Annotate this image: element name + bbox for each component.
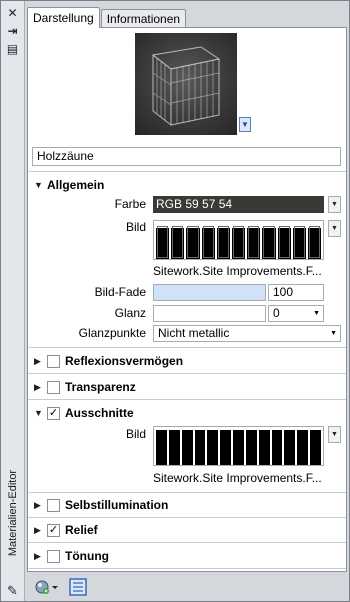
glanzpunkte-value: Nicht metallic	[158, 326, 230, 340]
appearance-pane: ▼ Holzzäune ▼ Allgemein Farbe RGB 59 57 …	[27, 27, 347, 572]
section-ausschnitte-label: Ausschnitte	[65, 406, 134, 420]
transparenz-checkbox[interactable]	[47, 380, 60, 394]
bild-dropdown-button[interactable]: ▼	[328, 220, 341, 237]
preview-options-dropdown[interactable]: ▼	[239, 117, 251, 132]
divider	[28, 373, 346, 374]
section-reflexion-label: Reflexionsvermögen	[65, 354, 184, 368]
open-browser-button[interactable]	[67, 577, 89, 597]
section-toenung[interactable]: ▶ Tönung	[34, 547, 109, 565]
tab-darstellung[interactable]: Darstellung	[27, 7, 100, 28]
divider	[28, 492, 346, 493]
section-ausschnitte[interactable]: ▼ ✓ Ausschnitte	[34, 404, 134, 422]
bild-label: Bild	[125, 220, 146, 234]
divider	[28, 171, 346, 172]
expanded-triangle-icon: ▼	[34, 180, 43, 190]
ausschnitte-bild-thumbnail[interactable]	[153, 426, 324, 466]
bild-thumbnail[interactable]	[153, 220, 324, 260]
material-icon: ✎	[7, 582, 18, 598]
glanzpunkte-select[interactable]: Nicht metallic ▼	[153, 325, 341, 342]
ausschnitte-bild-dropdown-button[interactable]: ▼	[328, 426, 341, 443]
ausschnitte-bild-label: Bild	[125, 427, 146, 441]
divider	[28, 347, 346, 348]
bild-caption: Sitework.Site Improvements.F...	[153, 264, 322, 278]
section-reflexion[interactable]: ▶ Reflexionsvermögen	[34, 352, 183, 370]
tab-informationen[interactable]: Informationen	[100, 9, 187, 28]
divider	[28, 399, 346, 400]
expanded-triangle-icon: ▼	[34, 408, 43, 418]
browser-icon	[69, 578, 87, 596]
properties-icon[interactable]: ▤	[5, 42, 20, 56]
bild-fade-slider[interactable]	[153, 284, 266, 301]
toenung-checkbox[interactable]	[47, 549, 60, 563]
reflexion-checkbox[interactable]	[47, 354, 60, 368]
divider	[28, 542, 346, 543]
section-transparenz[interactable]: ▶ Transparenz	[34, 378, 136, 396]
section-selbst-label: Selbstillumination	[65, 498, 169, 512]
chevron-down-icon: ▼	[330, 330, 337, 337]
glanz-value-text: 0	[273, 306, 280, 320]
glanzpunkte-label: Glanzpunkte	[78, 326, 146, 340]
relief-checkbox[interactable]: ✓	[47, 523, 60, 537]
farbe-swatch[interactable]: RGB 59 57 54	[153, 196, 324, 213]
divider	[28, 517, 346, 518]
pin-icon[interactable]: ⇥	[5, 24, 20, 38]
collapsed-triangle-icon: ▶	[34, 524, 41, 535]
glanz-value[interactable]: 0 ▼	[268, 305, 324, 322]
bottom-toolbar	[27, 573, 347, 599]
chevron-down-icon: ▼	[313, 310, 320, 317]
fence-cube-preview	[151, 46, 221, 127]
materials-editor-window: ✕ ⇥ ▤ Materialien-Editor ✎ Darstellung I…	[0, 0, 350, 602]
divider	[28, 568, 346, 569]
farbe-dropdown-button[interactable]: ▼	[328, 196, 341, 213]
collapsed-triangle-icon: ▶	[34, 381, 41, 392]
ausschnitte-bild-caption: Sitework.Site Improvements.F...	[153, 471, 322, 485]
collapsed-triangle-icon: ▶	[34, 550, 41, 561]
close-icon[interactable]: ✕	[5, 6, 20, 20]
glanz-slider[interactable]	[153, 305, 266, 322]
section-toenung-label: Tönung	[65, 549, 109, 563]
bild-fade-label: Bild-Fade	[94, 285, 146, 299]
material-name-field[interactable]: Holzzäune	[32, 147, 341, 166]
section-allgemein-label: Allgemein	[47, 178, 105, 192]
section-relief-label: Relief	[65, 523, 98, 537]
selbst-checkbox[interactable]	[47, 498, 60, 512]
glanz-label: Glanz	[114, 306, 146, 320]
tab-bar: Darstellung Informationen	[27, 7, 187, 28]
bild-fade-value[interactable]: 100	[268, 284, 324, 301]
new-material-button[interactable]	[33, 577, 61, 597]
section-allgemein[interactable]: ▼ Allgemein	[34, 176, 104, 194]
section-selbstillumination[interactable]: ▶ Selbstillumination	[34, 496, 168, 514]
farbe-label: Farbe	[114, 197, 146, 211]
section-relief[interactable]: ▶ ✓ Relief	[34, 521, 98, 539]
palette-title-strip: ✕ ⇥ ▤ Materialien-Editor ✎	[1, 1, 25, 601]
collapsed-triangle-icon: ▶	[34, 499, 41, 510]
new-material-icon	[35, 580, 58, 594]
palette-title: Materialien-Editor	[7, 469, 20, 557]
section-transparenz-label: Transparenz	[65, 380, 136, 394]
ausschnitte-checkbox[interactable]: ✓	[47, 406, 60, 420]
material-preview	[135, 33, 237, 135]
collapsed-triangle-icon: ▶	[34, 355, 41, 366]
